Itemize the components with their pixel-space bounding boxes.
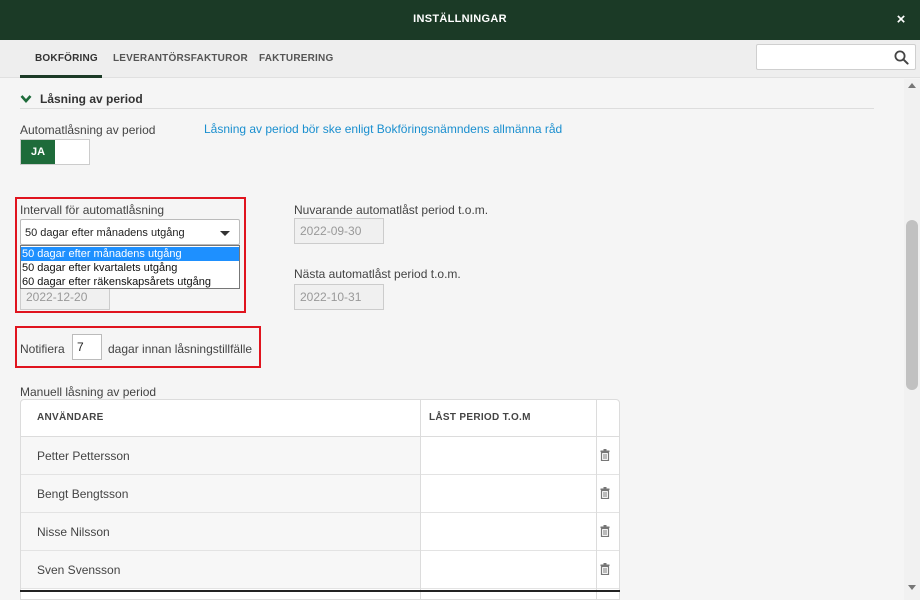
interval-dropdown[interactable]: 50 dagar efter månadens utgång 50 dagar …	[20, 245, 240, 289]
interval-option[interactable]: 50 dagar efter kvartalets utgång	[21, 261, 239, 275]
notify-suffix: dagar innan låsningstillfälle	[108, 342, 253, 356]
search-box[interactable]	[756, 44, 916, 70]
section-divider	[20, 108, 874, 109]
trash-icon[interactable]	[600, 563, 610, 575]
interval-option[interactable]: 50 dagar efter månadens utgång	[21, 247, 239, 261]
scroll-thumb[interactable]	[906, 220, 918, 390]
window-title: INSTÄLLNINGAR	[413, 13, 507, 25]
column-divider	[420, 400, 421, 599]
interval-select[interactable]: 50 dagar efter månadens utgång	[20, 219, 240, 245]
trash-icon[interactable]	[600, 487, 610, 499]
table-header: ANVÄNDARE LÅST PERIOD T.O.M	[21, 400, 619, 437]
current-period-field: 2022-09-30	[294, 218, 384, 244]
table-bottom-border	[20, 590, 620, 592]
search-icon[interactable]	[894, 50, 909, 65]
table-row: Petter Pettersson	[21, 437, 619, 475]
tab-bokforing[interactable]: BOKFÖRING	[35, 53, 98, 64]
table-row: Sven Svensson	[21, 551, 619, 589]
close-icon[interactable]: ×	[894, 12, 908, 28]
next-period-field: 2022-10-31	[294, 284, 384, 310]
trash-icon[interactable]	[600, 525, 610, 537]
toggle-on-label: JA	[21, 140, 55, 164]
column-divider	[596, 400, 597, 599]
user-name: Petter Pettersson	[37, 449, 130, 463]
current-period-label: Nuvarande automatlåst period t.o.m.	[294, 203, 489, 217]
column-header-user: ANVÄNDARE	[37, 412, 104, 423]
scroll-up-arrow-icon[interactable]	[908, 83, 916, 88]
info-link[interactable]: Låsning av period bör ske enligt Bokföri…	[204, 122, 562, 136]
chevron-down-icon[interactable]	[20, 94, 32, 104]
tab-leverantorsfakturor[interactable]: LEVERANTÖRSFAKTUROR	[113, 53, 248, 64]
search-input[interactable]	[763, 49, 887, 65]
table-row: Bengt Bengtsson	[21, 475, 619, 513]
next-period-label: Nästa automatlåst period t.o.m.	[294, 267, 461, 281]
section-header[interactable]: Låsning av period	[20, 92, 143, 106]
active-tab-indicator	[20, 75, 102, 78]
auto-lock-toggle[interactable]: JA	[20, 139, 90, 165]
manual-lock-table: ANVÄNDARE LÅST PERIOD T.O.M Petter Pette…	[20, 399, 620, 600]
user-name: Sven Svensson	[37, 563, 121, 577]
user-name: Bengt Bengtsson	[37, 487, 129, 501]
interval-label: Intervall för automatlåsning	[20, 203, 165, 217]
column-header-period: LÅST PERIOD T.O.M	[429, 412, 531, 423]
manual-lock-label: Manuell låsning av period	[20, 385, 157, 399]
interval-option[interactable]: 60 dagar efter räkenskapsårets utgång	[21, 275, 239, 289]
auto-lock-label: Automatlåsning av period	[20, 123, 156, 137]
scroll-down-arrow-icon[interactable]	[908, 585, 916, 590]
section-title: Låsning av period	[40, 92, 143, 106]
user-name: Nisse Nilsson	[37, 525, 110, 539]
table-row: Nisse Nilsson	[21, 513, 619, 551]
notify-prefix: Notifiera	[20, 342, 65, 356]
interval-selected-value: 50 dagar efter månadens utgång	[25, 227, 185, 239]
tab-fakturering[interactable]: FAKTURERING	[259, 53, 333, 64]
caret-down-icon	[220, 231, 230, 236]
title-bar: INSTÄLLNINGAR ×	[0, 0, 920, 40]
vertical-scrollbar[interactable]	[904, 79, 920, 600]
notify-days-input[interactable]: 7	[72, 334, 102, 360]
trash-icon[interactable]	[600, 449, 610, 461]
